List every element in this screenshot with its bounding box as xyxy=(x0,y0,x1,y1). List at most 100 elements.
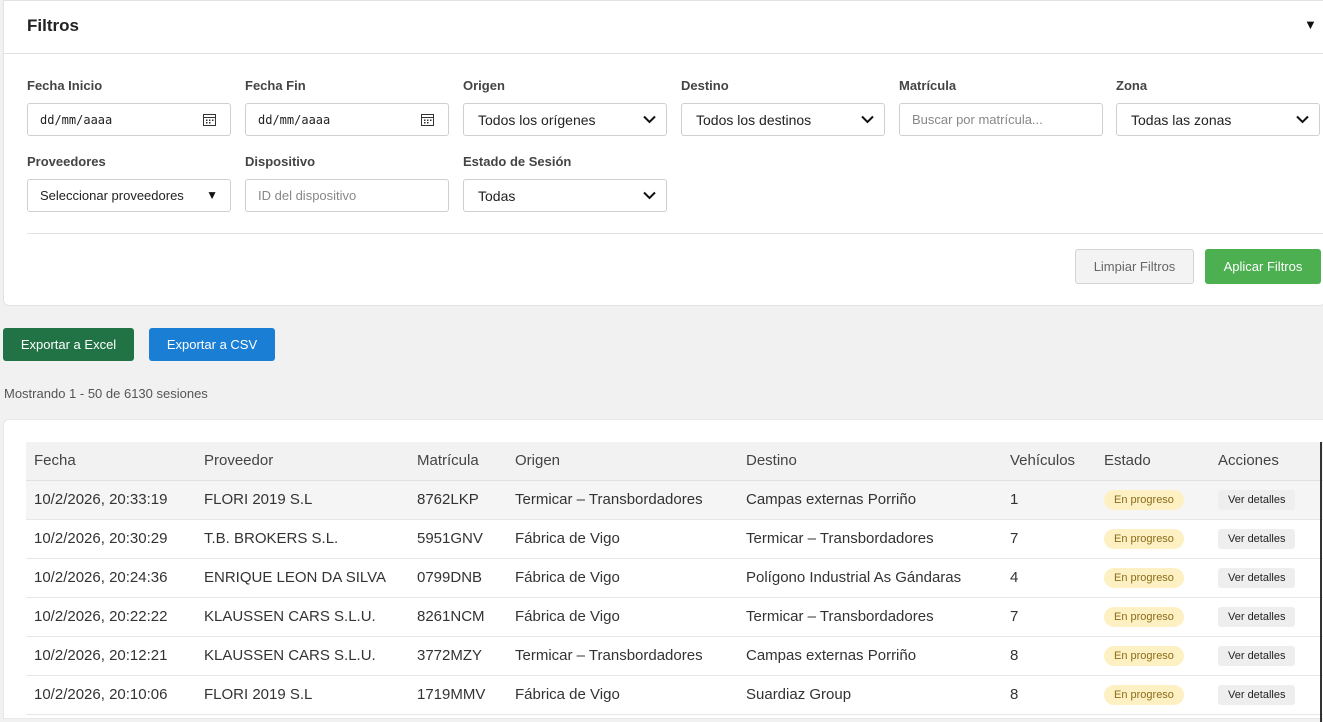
origen-field: Origen Todos los orígenes xyxy=(463,78,667,136)
col-vehiculos-header[interactable]: Vehículos xyxy=(1002,442,1096,481)
chevron-down-icon xyxy=(643,115,656,124)
table-row[interactable]: 10/2/2026, 20:12:21 KLAUSSEN CARS S.L.U. 3… xyxy=(26,636,1323,675)
destino-select[interactable]: Todos los destinos xyxy=(681,103,885,136)
view-details-button[interactable]: Ver detalles xyxy=(1218,528,1296,549)
chevron-down-icon xyxy=(1296,115,1309,124)
fecha-fin-input[interactable]: dd/mm/aaaa xyxy=(245,103,449,136)
cell-matricula: 5951GNV xyxy=(417,530,483,547)
chevron-down-icon xyxy=(643,191,656,200)
proveedores-value: Seleccionar proveedores xyxy=(40,188,184,203)
export-csv-button[interactable]: Exportar a CSV xyxy=(149,328,275,361)
matricula-input[interactable]: Buscar por matrícula... xyxy=(899,103,1103,136)
cell-origen: Fábrica de Vigo xyxy=(515,569,620,586)
col-matricula-header[interactable]: Matrícula xyxy=(409,442,507,481)
cell-destino: Termicar – Transbordadores xyxy=(746,530,934,547)
table-row[interactable]: 10/2/2026, 20:10:06 FLORI 2019 S.L 1719MMV… xyxy=(26,675,1323,714)
status-badge: En progreso xyxy=(1104,489,1184,510)
cell-destino: Suardiaz Group xyxy=(746,686,852,703)
table-scroll-edge xyxy=(1320,442,1322,722)
cell-acciones: Ver detalles xyxy=(1210,480,1323,519)
sessions-table: Fecha Proveedor Matrícula Origen Destino… xyxy=(26,442,1323,715)
cell-vehiculos: 4 xyxy=(1010,569,1019,586)
matricula-field: Matrícula Buscar por matrícula... xyxy=(899,78,1103,136)
estado-sesion-value: Todas xyxy=(478,187,516,204)
zona-field: Zona Todas las zonas xyxy=(1116,78,1320,136)
cell-estado: En progreso xyxy=(1096,636,1210,675)
cell-estado: En progreso xyxy=(1096,558,1210,597)
cell-proveedor: T.B. BROKERS S.L. xyxy=(204,530,339,547)
cell-matricula: 8261NCM xyxy=(417,608,485,625)
status-badge: En progreso xyxy=(1104,606,1184,627)
filters-header[interactable]: Filtros ▼ xyxy=(4,1,1323,54)
view-details-button[interactable]: Ver detalles xyxy=(1218,489,1296,510)
cell-vehiculos: 7 xyxy=(1010,530,1019,547)
cell-fecha: 10/2/2026, 20:33:19 xyxy=(34,491,168,508)
cell-destino: Campas externas Porriño xyxy=(746,491,917,508)
filters-divider xyxy=(27,233,1323,234)
fecha-fin-value: dd/mm/aaaa xyxy=(258,112,331,127)
cell-destino: Termicar – Transbordadores xyxy=(746,608,934,625)
matricula-placeholder: Buscar por matrícula... xyxy=(912,112,1043,127)
cell-fecha: 10/2/2026, 20:10:06 xyxy=(34,686,168,703)
estado-sesion-label: Estado de Sesión xyxy=(463,154,572,169)
cell-proveedor: FLORI 2019 S.L xyxy=(204,491,313,508)
cell-proveedor: KLAUSSEN CARS S.L.U. xyxy=(204,608,376,625)
col-fecha-header[interactable]: Fecha xyxy=(26,442,196,481)
fecha-fin-label: Fecha Fin xyxy=(245,78,306,93)
zona-value: Todas las zonas xyxy=(1131,111,1232,128)
cell-fecha: 10/2/2026, 20:22:22 xyxy=(34,608,168,625)
dispositivo-placeholder: ID del dispositivo xyxy=(258,188,357,203)
cell-acciones: Ver detalles xyxy=(1210,519,1323,558)
export-excel-button[interactable]: Exportar a Excel xyxy=(3,328,134,361)
cell-acciones: Ver detalles xyxy=(1210,675,1323,714)
col-proveedor-header[interactable]: Proveedor xyxy=(196,442,409,481)
table-row[interactable]: 10/2/2026, 20:30:29 T.B. BROKERS S.L. 5951… xyxy=(26,519,1323,558)
view-details-button[interactable]: Ver detalles xyxy=(1218,567,1296,588)
col-destino-header[interactable]: Destino xyxy=(738,442,1002,481)
col-origen-header[interactable]: Origen xyxy=(507,442,738,481)
cell-proveedor: FLORI 2019 S.L xyxy=(204,686,313,703)
cell-matricula: 1719MMV xyxy=(417,686,486,703)
cell-fecha: 10/2/2026, 20:12:21 xyxy=(34,647,168,664)
clear-filters-button[interactable]: Limpiar Filtros xyxy=(1075,249,1194,284)
chevron-down-icon xyxy=(861,115,874,124)
view-details-button[interactable]: Ver detalles xyxy=(1218,684,1296,705)
fecha-inicio-label: Fecha Inicio xyxy=(27,78,103,93)
apply-filters-button[interactable]: Aplicar Filtros xyxy=(1205,249,1321,284)
view-details-button[interactable]: Ver detalles xyxy=(1218,645,1296,666)
proveedores-field: Proveedores Seleccionar proveedores ▼ xyxy=(27,154,231,212)
cell-origen: Termicar – Transbordadores xyxy=(515,647,703,664)
cell-estado: En progreso xyxy=(1096,597,1210,636)
origen-select[interactable]: Todos los orígenes xyxy=(463,103,667,136)
fecha-inicio-input[interactable]: dd/mm/aaaa xyxy=(27,103,231,136)
cell-matricula: 3772MZY xyxy=(417,647,483,664)
table-row[interactable]: 10/2/2026, 20:24:36 ENRIQUE LEON DA SILVA… xyxy=(26,558,1323,597)
fecha-inicio-value: dd/mm/aaaa xyxy=(40,112,113,127)
proveedores-label: Proveedores xyxy=(27,154,106,169)
table-row[interactable]: 10/2/2026, 20:22:22 KLAUSSEN CARS S.L.U. 8… xyxy=(26,597,1323,636)
zona-select[interactable]: Todas las zonas xyxy=(1116,103,1320,136)
estado-sesion-field: Estado de Sesión Todas xyxy=(463,154,667,212)
proveedores-select[interactable]: Seleccionar proveedores ▼ xyxy=(27,179,231,212)
table-row[interactable]: 10/2/2026, 20:33:19 FLORI 2019 S.L 8762LKP… xyxy=(26,480,1323,519)
cell-acciones: Ver detalles xyxy=(1210,597,1323,636)
matricula-label: Matrícula xyxy=(899,78,957,93)
cell-estado: En progreso xyxy=(1096,480,1210,519)
calendar-icon[interactable] xyxy=(203,113,216,126)
estado-sesion-select[interactable]: Todas xyxy=(463,179,667,212)
dispositivo-field: Dispositivo ID del dispositivo xyxy=(245,154,449,212)
zona-label: Zona xyxy=(1116,78,1148,93)
cell-origen: Termicar – Transbordadores xyxy=(515,491,703,508)
col-estado-header[interactable]: Estado xyxy=(1096,442,1210,481)
cell-vehiculos: 8 xyxy=(1010,686,1019,703)
view-details-button[interactable]: Ver detalles xyxy=(1218,606,1296,627)
fecha-fin-field: Fecha Fin dd/mm/aaaa xyxy=(245,78,449,136)
collapse-triangle-icon[interactable]: ▼ xyxy=(1304,17,1317,32)
cell-vehiculos: 7 xyxy=(1010,608,1019,625)
filters-panel: Filtros ▼ Fecha Inicio dd/mm/aaaa Fecha … xyxy=(3,0,1323,306)
calendar-icon[interactable] xyxy=(421,113,434,126)
cell-destino: Polígono Industrial As Gándaras xyxy=(746,569,962,586)
filters-title: Filtros xyxy=(27,16,79,35)
dispositivo-input[interactable]: ID del dispositivo xyxy=(245,179,449,212)
triangle-down-icon: ▼ xyxy=(206,188,218,202)
